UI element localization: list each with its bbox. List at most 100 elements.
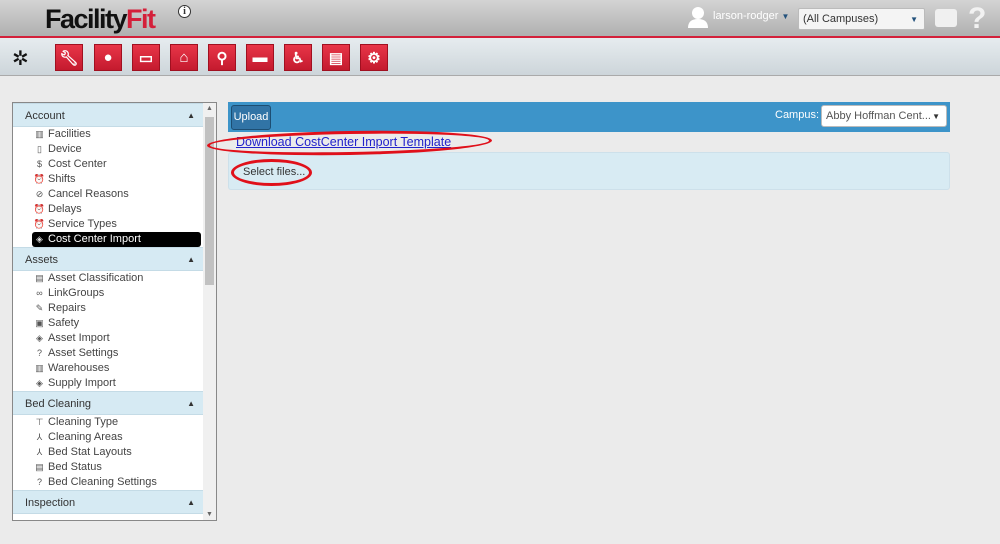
- sidebar-item-label: Asset Import: [48, 332, 110, 344]
- sidebar-section-header[interactable]: Account ▲: [13, 103, 203, 127]
- sidebar-item[interactable]: ⊘ Cancel Reasons: [13, 187, 203, 202]
- document-icon[interactable]: ▤: [322, 44, 350, 71]
- sidebar-item-label: Asset Settings: [48, 347, 119, 359]
- menu-item-icon: ◈: [36, 333, 43, 343]
- sidebar-item-label: Warehouses: [48, 362, 110, 374]
- select-files-button[interactable]: Select files...: [243, 166, 305, 178]
- wrench-icon[interactable]: 🔧︎: [55, 44, 83, 71]
- sidebar-item[interactable]: ▤ Bed Status: [13, 460, 203, 475]
- section-title: Account: [25, 110, 65, 122]
- home-plus-icon[interactable]: ⌂: [170, 44, 198, 71]
- sidebar-item-label: Safety: [48, 317, 80, 329]
- menu-item-icon: ▥: [35, 129, 44, 139]
- username: larson-rodger: [713, 10, 779, 22]
- menu-item-icon: ?: [36, 348, 42, 358]
- menu-item-icon: ⏰: [33, 204, 46, 214]
- sidebar-item[interactable]: $ Cost Center: [13, 157, 203, 172]
- sidebar-item[interactable]: ✎ Repairs: [13, 301, 203, 316]
- upload-button[interactable]: Upload: [231, 105, 271, 130]
- download-template-link[interactable]: Download CostCenter Import Template: [236, 135, 451, 149]
- sidebar-item-label: Device: [48, 143, 82, 155]
- menu-item-icon: ◈: [36, 378, 43, 388]
- menu-item-icon: ⏰: [33, 219, 46, 229]
- scroll-up-icon[interactable]: ▲: [206, 105, 213, 112]
- menu-item-icon: $: [36, 159, 42, 169]
- sidebar-item-label: Bed Cleaning Settings: [48, 476, 157, 488]
- sidebar-item-label: Cost Center Import: [48, 233, 141, 245]
- sidebar-item[interactable]: ▣ Safety: [13, 316, 203, 331]
- section-title: Inspection: [25, 497, 76, 509]
- sidebar-section-header[interactable]: Inspection ▲: [13, 490, 203, 514]
- menu-item-icon: ?: [36, 477, 42, 487]
- chevron-down-icon: ▼: [910, 15, 918, 24]
- user-icon[interactable]: ●: [94, 44, 122, 71]
- chevron-down-icon: ▼: [932, 112, 940, 121]
- scrollbar-thumb[interactable]: [205, 117, 214, 285]
- menu-item-icon: ◈: [36, 234, 43, 244]
- sidebar-item-label: Bed Stat Layouts: [48, 446, 132, 458]
- toolbar: ✲ 🔧︎ ● ▭ ⌂ ⚲ ▬ ♿︎ ▤ ⚙: [0, 38, 1000, 76]
- chevron-down-icon: ▼: [781, 12, 790, 21]
- gears-icon[interactable]: ⚙: [360, 44, 388, 71]
- sidebar-item-label: Delays: [48, 203, 82, 215]
- sidebar-item[interactable]: ▥ Warehouses: [13, 361, 203, 376]
- sidebar-item[interactable]: ⏰ Shifts: [13, 172, 203, 187]
- campus-dropdown[interactable]: Abby Hoffman Cent... ▼: [821, 105, 947, 127]
- sidebar-item[interactable]: ⅄ Cleaning Areas: [13, 430, 203, 445]
- menu-item-icon: ▥: [35, 363, 44, 373]
- app-header: FacilityFit i larson-rodger ▼ (All Campu…: [0, 0, 1000, 36]
- menu-item-icon: ▤: [35, 273, 44, 283]
- logo[interactable]: FacilityFit: [45, 4, 156, 35]
- menu-item-icon: ▣: [35, 318, 44, 328]
- sidebar: ▲ ▼ Account ▲ ▥ Facilities ▯ Device $ Cost Cente…: [12, 102, 217, 521]
- user-avatar-icon[interactable]: [688, 6, 708, 28]
- sidebar-item[interactable]: ⊤ Cleaning Type: [13, 415, 203, 430]
- file-upload-zone: Select files...: [228, 152, 950, 190]
- campus-select-value: (All Campuses): [803, 13, 879, 25]
- sidebar-item[interactable]: ⏰ Delays: [13, 202, 203, 217]
- sidebar-item-label: Service Types: [48, 218, 117, 230]
- sidebar-item[interactable]: ◈ Supply Import: [13, 376, 203, 391]
- info-icon[interactable]: i: [178, 5, 191, 18]
- sidebar-item[interactable]: ◈ Cost Center Import: [32, 232, 201, 247]
- collapse-icon[interactable]: ▲: [187, 498, 195, 507]
- section-title: Bed Cleaning: [25, 398, 92, 410]
- wheelchair-icon[interactable]: ♿︎: [284, 44, 312, 71]
- sidebar-item[interactable]: ▯ Device: [13, 142, 203, 157]
- sidebar-item[interactable]: ∞ LinkGroups: [13, 286, 203, 301]
- campus-select[interactable]: (All Campuses) ▼: [798, 8, 925, 30]
- sidebar-section-header[interactable]: Bed Cleaning ▲: [13, 391, 203, 415]
- sidebar-item[interactable]: ▤ Asset Classification: [13, 271, 203, 286]
- campus-label: Campus:: [775, 109, 820, 121]
- sidebar-item[interactable]: ▥ Facilities: [13, 127, 203, 142]
- menu-item-icon: ∞: [36, 288, 43, 298]
- compass-icon[interactable]: ✲: [12, 46, 29, 71]
- menu-item-icon: ⊘: [35, 189, 44, 199]
- help-icon[interactable]: ?: [968, 2, 986, 36]
- bed-icon[interactable]: ▬: [246, 44, 274, 71]
- collapse-icon[interactable]: ▲: [187, 255, 195, 264]
- monitor-icon[interactable]: ▭: [132, 44, 160, 71]
- scroll-down-icon[interactable]: ▼: [206, 511, 213, 518]
- collapse-icon[interactable]: ▲: [187, 111, 195, 120]
- sidebar-item[interactable]: ⏰ Service Types: [13, 217, 203, 232]
- menu-item-icon: ⅄: [36, 447, 43, 457]
- scrollbar[interactable]: ▲ ▼: [203, 103, 216, 520]
- menu-item-icon: ▤: [35, 462, 44, 472]
- sidebar-item-label: LinkGroups: [48, 287, 105, 299]
- user-menu[interactable]: larson-rodger ▼: [713, 10, 789, 22]
- chat-icon[interactable]: [935, 9, 957, 27]
- sidebar-item[interactable]: ◈ Asset Import: [13, 331, 203, 346]
- sidebar-item-label: Repairs: [48, 302, 86, 314]
- search-icon[interactable]: ⚲: [208, 44, 236, 71]
- sidebar-item[interactable]: ? Bed Cleaning Settings: [13, 475, 203, 490]
- sidebar-item-label: Supply Import: [48, 377, 116, 389]
- menu-item-icon: ⊤: [35, 417, 44, 427]
- logo-text: Facility: [45, 4, 128, 34]
- collapse-icon[interactable]: ▲: [187, 399, 195, 408]
- sidebar-item[interactable]: ⅄ Bed Stat Layouts: [13, 445, 203, 460]
- section-title: Assets: [25, 254, 59, 266]
- sidebar-section-header[interactable]: Assets ▲: [13, 247, 203, 271]
- sidebar-item[interactable]: ? Asset Settings: [13, 346, 203, 361]
- sidebar-item-label: Cost Center: [48, 158, 107, 170]
